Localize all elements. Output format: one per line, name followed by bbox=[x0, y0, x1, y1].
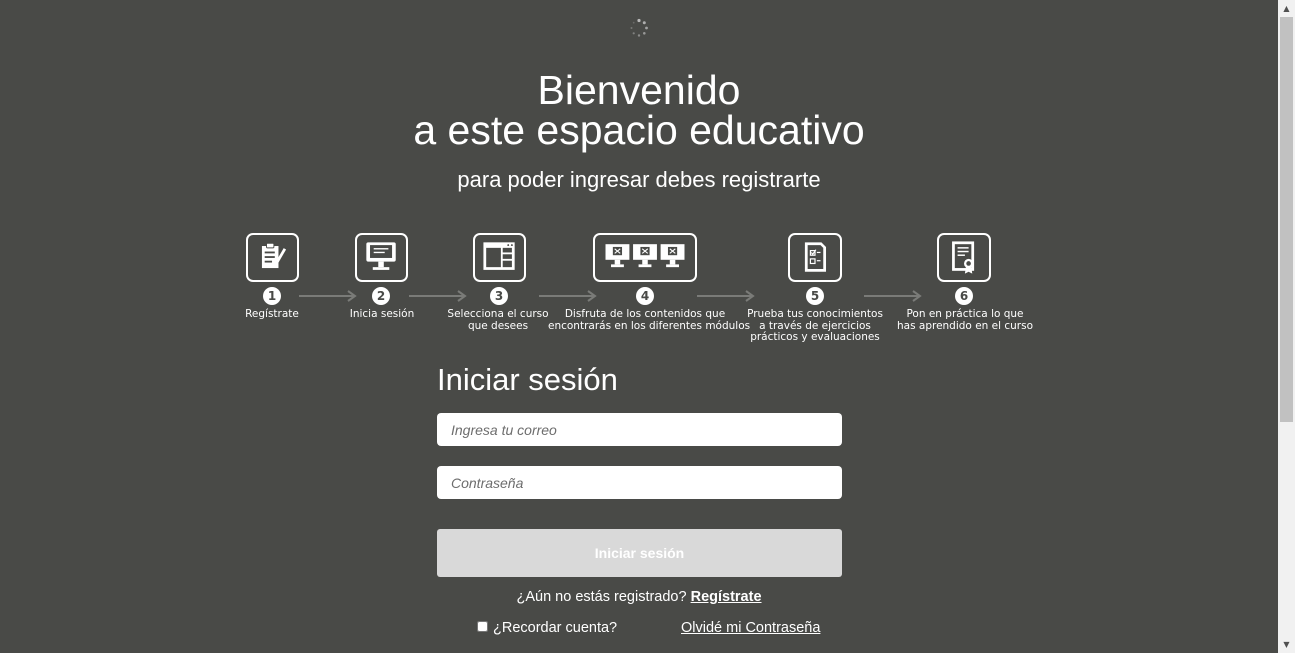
scroll-up-arrow-icon[interactable]: ▲ bbox=[1278, 0, 1295, 17]
page: Bienvenido a este espacio educativo para… bbox=[0, 0, 1278, 653]
step-number-2: 2 bbox=[372, 287, 390, 305]
step-number-1: 1 bbox=[263, 287, 281, 305]
arrow-right-icon bbox=[697, 290, 755, 302]
password-field[interactable] bbox=[437, 466, 842, 499]
vertical-scrollbar[interactable]: ▲ ▼ bbox=[1278, 0, 1295, 653]
forgot-password-link[interactable]: Olvidé mi Contraseña bbox=[681, 620, 820, 637]
login-title: Iniciar sesión bbox=[437, 362, 618, 397]
loading-spinner-icon bbox=[630, 18, 648, 37]
step-number-3: 3 bbox=[490, 287, 508, 305]
monitor-icon bbox=[355, 233, 408, 282]
remember-checkbox[interactable] bbox=[477, 621, 488, 632]
remember-label: ¿Recordar cuenta? bbox=[493, 620, 618, 636]
register-prompt-text: ¿Aún no estás registrado? bbox=[516, 589, 687, 605]
arrow-right-icon bbox=[864, 290, 922, 302]
login-button[interactable]: Iniciar sesión bbox=[437, 529, 842, 577]
welcome-title-line2: a este espacio educativo bbox=[413, 107, 865, 153]
step-label-2: Inicia sesión bbox=[349, 308, 415, 320]
arrow-right-icon bbox=[539, 290, 597, 302]
welcome-title: Bienvenido bbox=[537, 67, 741, 113]
step-label-6: Pon en práctica lo que has aprendido en … bbox=[896, 308, 1033, 332]
welcome-subtitle: para poder ingresar debes registrarte bbox=[457, 167, 821, 192]
certificate-icon bbox=[937, 233, 991, 282]
browser-window-icon bbox=[473, 233, 526, 282]
arrow-right-icon bbox=[299, 290, 357, 302]
arrow-right-icon bbox=[409, 290, 467, 302]
step-label-3: Selecciona el curso que desees bbox=[447, 308, 549, 332]
step-label-4: Disfruta de los contenidos que encontrar… bbox=[548, 308, 751, 332]
step-number-4: 4 bbox=[636, 287, 654, 305]
three-monitors-icon bbox=[593, 233, 697, 282]
step-number-6: 6 bbox=[955, 287, 973, 305]
scrollbar-thumb[interactable] bbox=[1280, 17, 1293, 422]
scroll-down-arrow-icon[interactable]: ▼ bbox=[1278, 636, 1295, 653]
register-link[interactable]: Regístrate bbox=[691, 589, 762, 605]
step-label-1: Regístrate bbox=[245, 308, 299, 320]
step-number-5: 5 bbox=[806, 287, 824, 305]
email-field[interactable] bbox=[437, 413, 842, 446]
checklist-document-icon bbox=[788, 233, 842, 282]
remember-account[interactable]: ¿Recordar cuenta? bbox=[477, 620, 617, 637]
step-label-5: Prueba tus conocimientos a través de eje… bbox=[747, 308, 883, 343]
clipboard-pen-icon bbox=[246, 233, 299, 282]
register-prompt-line: ¿Aún no estás registrado? Regístrate bbox=[0, 589, 1278, 606]
